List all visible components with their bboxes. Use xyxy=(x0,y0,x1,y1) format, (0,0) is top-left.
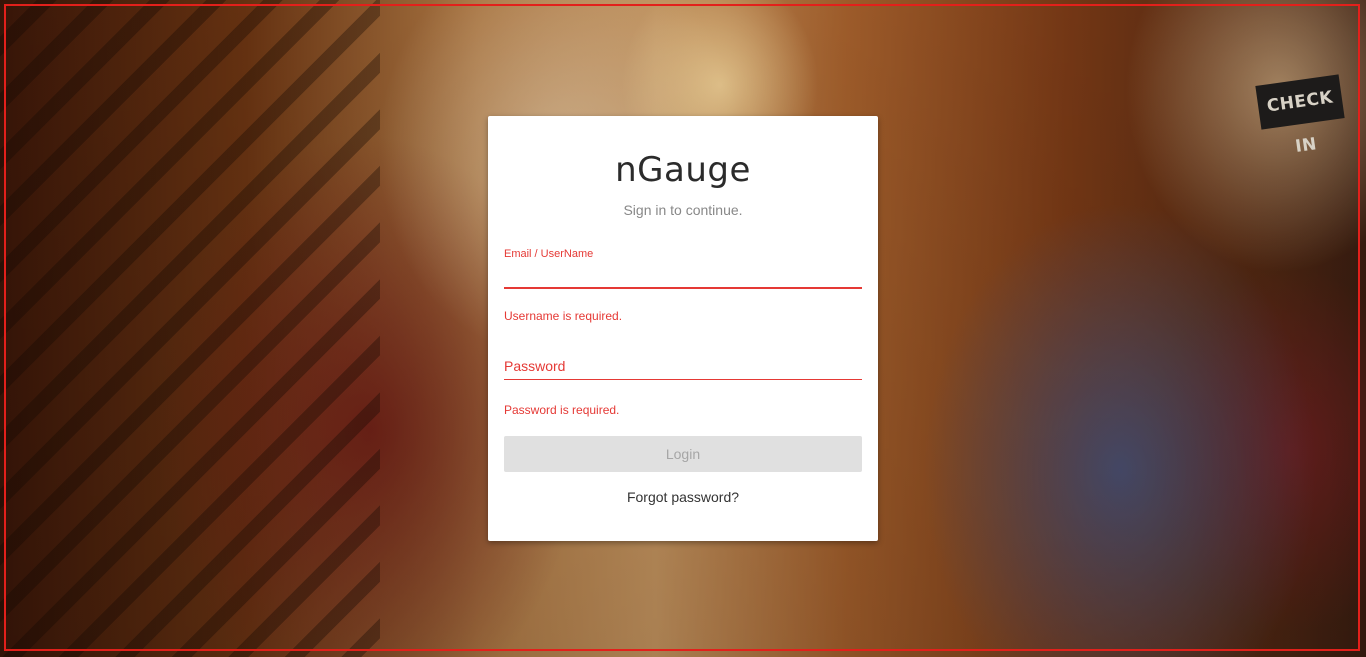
password-field[interactable] xyxy=(504,356,862,378)
email-error-message: Username is required. xyxy=(504,309,623,323)
email-field-underline xyxy=(504,287,862,289)
email-field-label: Email / UserName xyxy=(504,248,594,260)
forgot-password-link[interactable]: Forgot password? xyxy=(488,489,878,505)
password-field-underline xyxy=(504,379,862,380)
email-field[interactable] xyxy=(504,264,862,286)
app-title: nGauge xyxy=(615,150,751,190)
password-error-message: Password is required. xyxy=(504,403,620,417)
login-subtitle: Sign in to continue. xyxy=(623,202,743,218)
login-button[interactable]: Login xyxy=(504,436,862,472)
